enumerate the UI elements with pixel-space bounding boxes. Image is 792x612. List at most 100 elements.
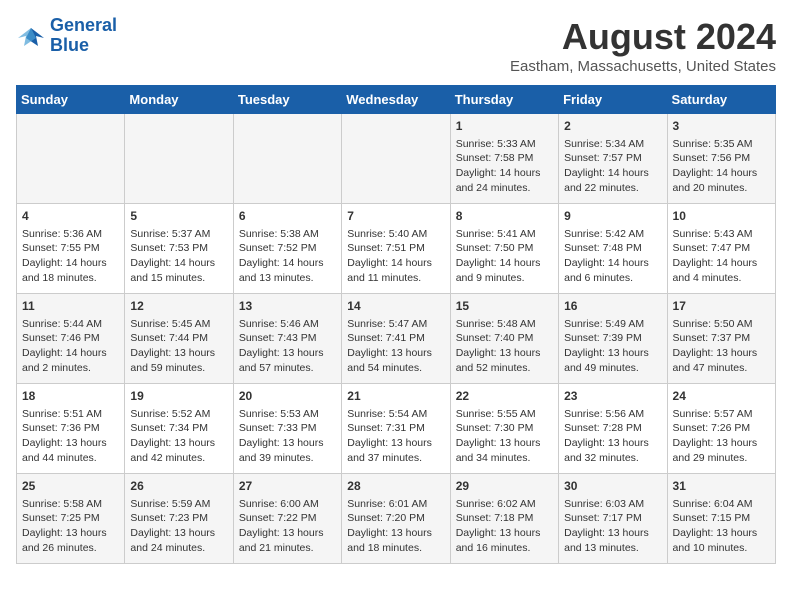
day-info: Sunset: 7:23 PM: [130, 511, 227, 526]
calendar-cell: 3Sunrise: 5:35 AMSunset: 7:56 PMDaylight…: [667, 114, 775, 204]
calendar-cell: 31Sunrise: 6:04 AMSunset: 7:15 PMDayligh…: [667, 474, 775, 564]
day-number: 25: [22, 478, 119, 495]
day-info: Sunset: 7:40 PM: [456, 331, 553, 346]
day-info: Daylight: 13 hours and 57 minutes.: [239, 346, 336, 375]
calendar-cell: 21Sunrise: 5:54 AMSunset: 7:31 PMDayligh…: [342, 384, 450, 474]
day-info: Sunset: 7:30 PM: [456, 421, 553, 436]
day-info: Daylight: 13 hours and 34 minutes.: [456, 436, 553, 465]
day-info: Sunrise: 5:34 AM: [564, 137, 661, 152]
day-info: Daylight: 14 hours and 15 minutes.: [130, 256, 227, 285]
day-info: Sunset: 7:26 PM: [673, 421, 770, 436]
day-info: Sunset: 7:44 PM: [130, 331, 227, 346]
day-number: 27: [239, 478, 336, 495]
day-info: Sunset: 7:55 PM: [22, 241, 119, 256]
header-wednesday: Wednesday: [342, 86, 450, 114]
day-info: Sunset: 7:36 PM: [22, 421, 119, 436]
day-info: Daylight: 14 hours and 6 minutes.: [564, 256, 661, 285]
calendar-cell: 17Sunrise: 5:50 AMSunset: 7:37 PMDayligh…: [667, 294, 775, 384]
day-info: Sunrise: 5:44 AM: [22, 317, 119, 332]
title-area: August 2024 Eastham, Massachusetts, Unit…: [510, 16, 776, 75]
day-info: Sunrise: 5:37 AM: [130, 227, 227, 242]
calendar-cell: 1Sunrise: 5:33 AMSunset: 7:58 PMDaylight…: [450, 114, 558, 204]
calendar-cell: [342, 114, 450, 204]
day-info: Sunrise: 6:04 AM: [673, 497, 770, 512]
logo: General Blue: [16, 16, 117, 56]
day-number: 4: [22, 208, 119, 225]
day-info: Sunset: 7:20 PM: [347, 511, 444, 526]
day-info: Daylight: 13 hours and 42 minutes.: [130, 436, 227, 465]
day-number: 24: [673, 388, 770, 405]
day-number: 17: [673, 298, 770, 315]
day-info: Daylight: 13 hours and 10 minutes.: [673, 526, 770, 555]
day-number: 13: [239, 298, 336, 315]
day-info: Sunrise: 5:46 AM: [239, 317, 336, 332]
day-number: 7: [347, 208, 444, 225]
day-number: 22: [456, 388, 553, 405]
day-info: Sunset: 7:57 PM: [564, 151, 661, 166]
header-friday: Friday: [559, 86, 667, 114]
day-info: Sunrise: 5:40 AM: [347, 227, 444, 242]
calendar-cell: 2Sunrise: 5:34 AMSunset: 7:57 PMDaylight…: [559, 114, 667, 204]
subtitle: Eastham, Massachusetts, United States: [510, 58, 776, 75]
day-number: 11: [22, 298, 119, 315]
calendar-cell: 16Sunrise: 5:49 AMSunset: 7:39 PMDayligh…: [559, 294, 667, 384]
day-info: Sunrise: 5:55 AM: [456, 407, 553, 422]
day-info: Daylight: 13 hours and 24 minutes.: [130, 526, 227, 555]
header-thursday: Thursday: [450, 86, 558, 114]
day-info: Daylight: 13 hours and 18 minutes.: [347, 526, 444, 555]
day-info: Sunrise: 5:59 AM: [130, 497, 227, 512]
calendar-week-3: 11Sunrise: 5:44 AMSunset: 7:46 PMDayligh…: [17, 294, 776, 384]
day-info: Sunset: 7:18 PM: [456, 511, 553, 526]
day-info: Sunset: 7:47 PM: [673, 241, 770, 256]
day-info: Sunset: 7:33 PM: [239, 421, 336, 436]
day-info: Sunrise: 5:52 AM: [130, 407, 227, 422]
day-info: Daylight: 13 hours and 49 minutes.: [564, 346, 661, 375]
calendar-cell: 14Sunrise: 5:47 AMSunset: 7:41 PMDayligh…: [342, 294, 450, 384]
day-number: 8: [456, 208, 553, 225]
day-info: Sunset: 7:25 PM: [22, 511, 119, 526]
calendar-cell: 12Sunrise: 5:45 AMSunset: 7:44 PMDayligh…: [125, 294, 233, 384]
day-number: 19: [130, 388, 227, 405]
calendar-cell: [125, 114, 233, 204]
day-info: Sunrise: 5:54 AM: [347, 407, 444, 422]
calendar-table: SundayMondayTuesdayWednesdayThursdayFrid…: [16, 85, 776, 564]
day-info: Sunrise: 5:36 AM: [22, 227, 119, 242]
day-info: Sunrise: 5:41 AM: [456, 227, 553, 242]
logo-line2: Blue: [50, 36, 117, 56]
calendar-week-1: 1Sunrise: 5:33 AMSunset: 7:58 PMDaylight…: [17, 114, 776, 204]
day-number: 20: [239, 388, 336, 405]
day-number: 3: [673, 118, 770, 135]
day-number: 26: [130, 478, 227, 495]
day-info: Sunset: 7:50 PM: [456, 241, 553, 256]
day-info: Daylight: 14 hours and 4 minutes.: [673, 256, 770, 285]
day-info: Daylight: 13 hours and 13 minutes.: [564, 526, 661, 555]
day-info: Daylight: 14 hours and 2 minutes.: [22, 346, 119, 375]
day-info: Sunrise: 5:47 AM: [347, 317, 444, 332]
calendar-cell: 11 Sunrise: 5:44 AMSunset: 7:46 PMDayligh…: [17, 294, 125, 384]
calendar-cell: 23Sunrise: 5:56 AMSunset: 7:28 PMDayligh…: [559, 384, 667, 474]
day-info: Sunset: 7:56 PM: [673, 151, 770, 166]
day-info: Daylight: 14 hours and 24 minutes.: [456, 166, 553, 195]
calendar-cell: 25Sunrise: 5:58 AMSunset: 7:25 PMDayligh…: [17, 474, 125, 564]
day-info: Daylight: 13 hours and 54 minutes.: [347, 346, 444, 375]
day-info: Daylight: 14 hours and 18 minutes.: [22, 256, 119, 285]
header-saturday: Saturday: [667, 86, 775, 114]
day-info: Sunrise: 5:35 AM: [673, 137, 770, 152]
day-info: Sunrise: 5:48 AM: [456, 317, 553, 332]
day-info: Sunset: 7:48 PM: [564, 241, 661, 256]
day-info: Daylight: 13 hours and 21 minutes.: [239, 526, 336, 555]
day-info: Sunset: 7:46 PM: [22, 331, 119, 346]
day-info: Sunset: 7:58 PM: [456, 151, 553, 166]
day-number: 5: [130, 208, 227, 225]
day-info: Sunrise: 5:50 AM: [673, 317, 770, 332]
calendar-cell: [233, 114, 341, 204]
day-info: Daylight: 13 hours and 37 minutes.: [347, 436, 444, 465]
day-number: 9: [564, 208, 661, 225]
day-info: Sunset: 7:34 PM: [130, 421, 227, 436]
calendar-header-row: SundayMondayTuesdayWednesdayThursdayFrid…: [17, 86, 776, 114]
day-info: Daylight: 14 hours and 13 minutes.: [239, 256, 336, 285]
calendar-cell: 20Sunrise: 5:53 AMSunset: 7:33 PMDayligh…: [233, 384, 341, 474]
calendar-cell: 4 Sunrise: 5:36 AMSunset: 7:55 PMDaylight…: [17, 204, 125, 294]
day-number: 12: [130, 298, 227, 315]
day-info: Daylight: 13 hours and 29 minutes.: [673, 436, 770, 465]
